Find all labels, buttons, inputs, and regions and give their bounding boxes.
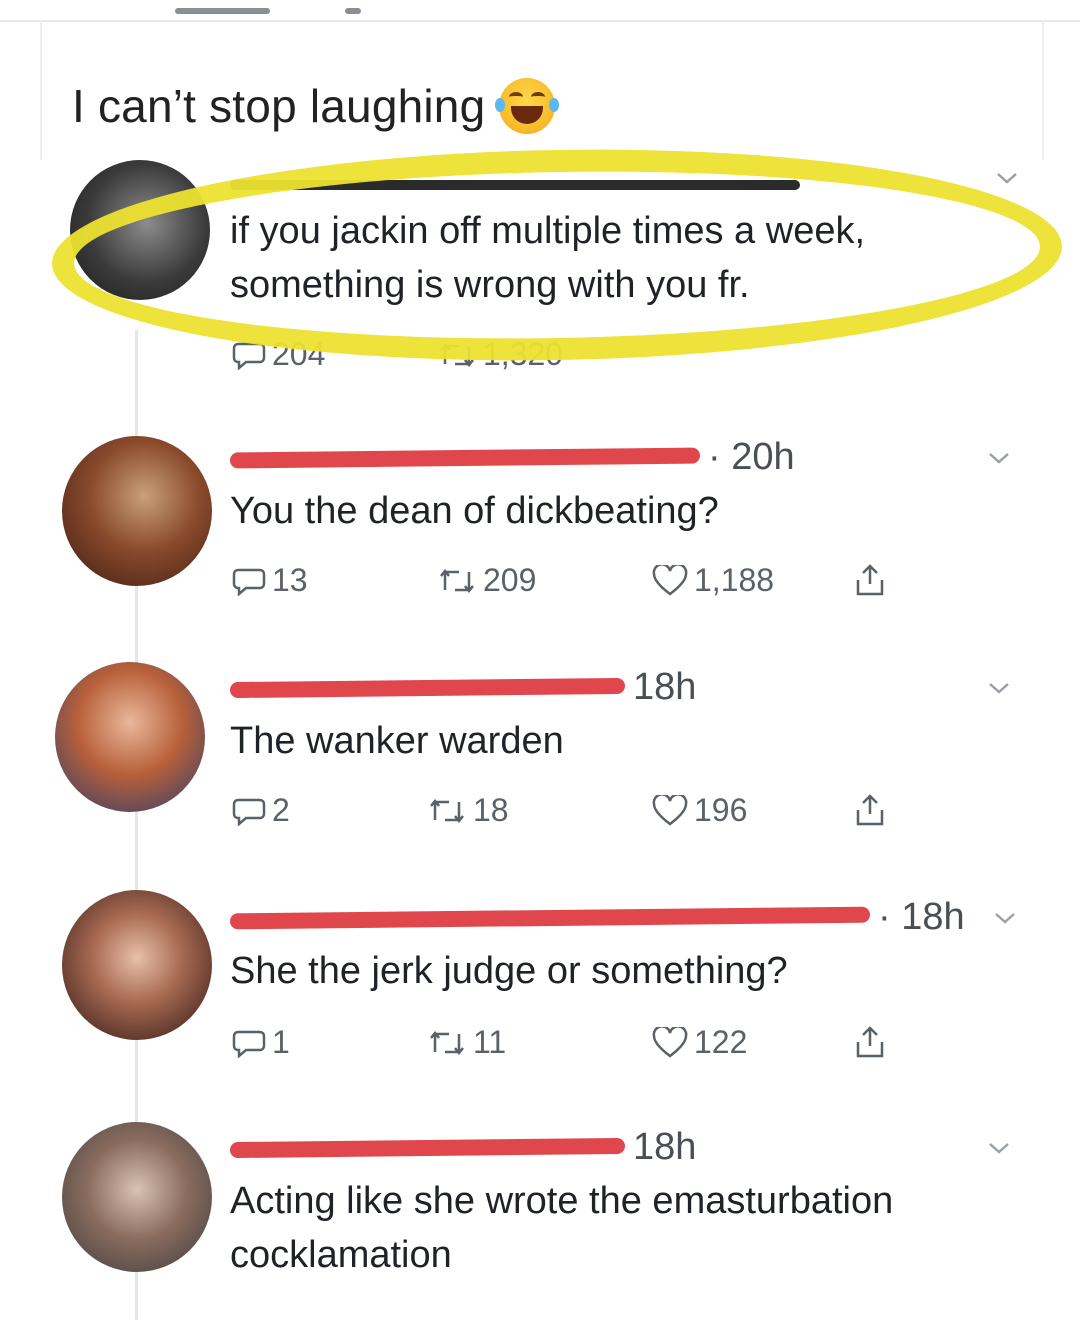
reply-icon bbox=[232, 1030, 266, 1058]
redacted-username bbox=[229, 447, 701, 468]
chevron-down-icon[interactable] bbox=[994, 912, 1016, 924]
caption-text: I can’t stop laughing bbox=[72, 80, 486, 132]
retweet-count: 18 bbox=[473, 792, 509, 828]
top-crop-edge bbox=[0, 0, 1080, 22]
tweet-time: 18h bbox=[633, 1126, 697, 1168]
tweet-time: · 18h bbox=[878, 896, 965, 938]
redacted-username bbox=[229, 677, 626, 698]
retweet-action[interactable]: 209 bbox=[437, 562, 536, 599]
reply-icon bbox=[232, 798, 266, 826]
reply-count: 1 bbox=[272, 1024, 290, 1060]
chevron-down-icon[interactable] bbox=[996, 172, 1018, 184]
like-count: 122 bbox=[694, 1024, 748, 1060]
retweet-count: 11 bbox=[473, 1024, 507, 1060]
reply-count: 2 bbox=[272, 792, 290, 828]
like-action[interactable]: 196 bbox=[652, 792, 747, 829]
heart-icon bbox=[652, 564, 688, 596]
like-action[interactable]: 122 bbox=[652, 1024, 747, 1061]
cropped-text-fragment bbox=[175, 8, 270, 14]
share-action[interactable] bbox=[852, 792, 888, 828]
retweet-icon bbox=[430, 798, 464, 823]
tweet-author-row: · 18h bbox=[229, 896, 965, 939]
share-action[interactable] bbox=[852, 562, 888, 598]
left-divider bbox=[40, 20, 42, 160]
redacted-username bbox=[229, 906, 871, 929]
retweet-icon bbox=[440, 568, 474, 593]
post-caption: I can’t stop laughing bbox=[72, 78, 560, 134]
avatar[interactable] bbox=[55, 662, 205, 812]
like-count: 1,188 bbox=[694, 562, 775, 598]
reply-icon bbox=[232, 568, 266, 596]
share-icon bbox=[856, 1026, 884, 1058]
chevron-down-icon[interactable] bbox=[988, 1142, 1010, 1154]
avatar[interactable] bbox=[62, 1122, 212, 1272]
chevron-down-icon[interactable] bbox=[988, 452, 1010, 464]
tweet-text: You the dean of dickbeating? bbox=[230, 490, 719, 532]
retweet-action[interactable]: 18 bbox=[427, 792, 509, 829]
heart-icon bbox=[652, 1026, 688, 1058]
tweet-actions: 13 209 1,188 bbox=[232, 562, 912, 602]
redacted-username bbox=[229, 1137, 626, 1158]
tweet-text-line-2: cocklamation bbox=[230, 1234, 452, 1276]
share-action[interactable] bbox=[852, 1024, 888, 1060]
like-action[interactable]: 1,188 bbox=[652, 562, 774, 599]
avatar[interactable] bbox=[62, 890, 212, 1040]
cropped-icon-fragment bbox=[345, 8, 361, 14]
tweet-actions: 1 11 122 bbox=[232, 1024, 912, 1064]
tweet-text: The wanker warden bbox=[230, 720, 564, 762]
tweet-text: She the jerk judge or something? bbox=[230, 950, 788, 992]
reply-count: 13 bbox=[272, 562, 308, 598]
retweet-action[interactable]: 11 bbox=[427, 1024, 506, 1061]
retweet-count: 209 bbox=[483, 562, 537, 598]
tweet-time: · 20h bbox=[708, 436, 795, 478]
tweet-actions: 2 18 196 bbox=[232, 792, 912, 832]
tweet-text-line-1: Acting like she wrote the emasturbation bbox=[230, 1180, 894, 1222]
like-count: 196 bbox=[694, 792, 748, 828]
chevron-down-icon[interactable] bbox=[988, 682, 1010, 694]
right-divider bbox=[1042, 20, 1044, 160]
share-icon bbox=[856, 564, 884, 596]
tweet-author-row: · 20h bbox=[229, 436, 795, 479]
retweet-icon bbox=[430, 1030, 464, 1055]
reply-action[interactable]: 13 bbox=[232, 562, 308, 599]
reply-action[interactable]: 1 bbox=[232, 1024, 290, 1061]
heart-icon bbox=[652, 794, 688, 826]
share-icon bbox=[856, 794, 884, 826]
tweet-time: 18h bbox=[633, 666, 697, 708]
tears-of-joy-emoji-icon bbox=[495, 78, 560, 134]
tweet-author-row: 18h bbox=[229, 1126, 697, 1169]
yellow-highlight-marker bbox=[50, 141, 1064, 369]
tweet-author-row: 18h bbox=[229, 666, 697, 709]
avatar[interactable] bbox=[62, 436, 212, 586]
reply-action[interactable]: 2 bbox=[232, 792, 290, 829]
